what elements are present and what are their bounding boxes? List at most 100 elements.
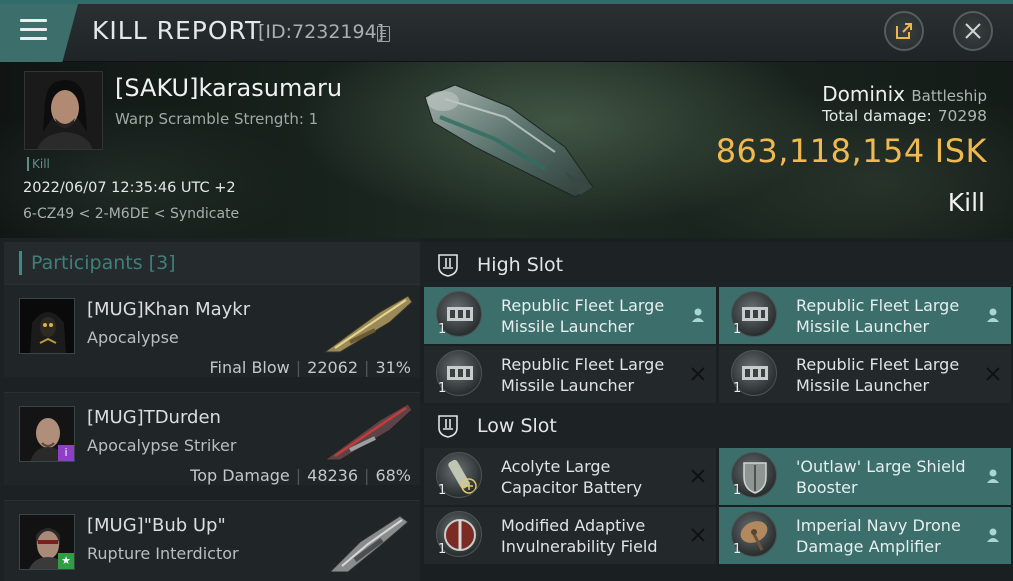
total-damage-label: Total damage:	[822, 107, 932, 125]
participant-row[interactable]: [MUG]Khan Maykr Apocalypse Final Blow | 22…	[4, 284, 420, 377]
separator: |	[295, 466, 302, 485]
participants-title: Participants [3]	[31, 252, 176, 274]
page-title: KILL REPORT	[92, 16, 262, 45]
module-name: Modified Adaptive Invulnerability Field	[501, 516, 658, 556]
module-quantity: 1	[733, 381, 742, 396]
victim-ship-image	[424, 84, 594, 198]
low-slot-title: Low Slot	[477, 415, 557, 437]
participant-name: [MUG]TDurden	[87, 407, 221, 428]
participants-header: Participants [3]	[4, 242, 420, 284]
high-slot-header: High Slot	[420, 242, 1013, 287]
destroyed-icon	[986, 367, 1000, 381]
participant-row[interactable]: i [MUG]TDurden Apocalypse Striker Top Da…	[4, 392, 420, 485]
hamburger-icon	[20, 19, 47, 22]
victim-summary: [SAKU]karasumaru Warp Scramble Strength:…	[0, 62, 1013, 238]
participant-percent: 31%	[375, 358, 411, 377]
module-item[interactable]: 1 Acolyte Large Capacitor Battery	[424, 448, 716, 505]
participant-damage: 22062	[307, 358, 359, 377]
fitting-panel: High Slot 1 Republic Fleet Large Missile…	[420, 238, 1013, 581]
report-id: [ID:7232194]	[258, 21, 385, 43]
report-result: Kill	[947, 188, 985, 217]
kill-tag: Kill	[27, 157, 50, 171]
destroyed-icon	[691, 367, 705, 381]
close-button[interactable]	[953, 11, 993, 51]
victim-ship[interactable]: Dominix Battleship	[822, 82, 987, 106]
victim-ship-name: Dominix	[822, 82, 905, 106]
module-item[interactable]: 1 Republic Fleet Large Missile Launcher	[424, 287, 716, 344]
module-quantity: 1	[733, 483, 742, 498]
star-badge-icon: ★	[58, 553, 74, 569]
total-damage: Total damage: 70298	[822, 107, 987, 125]
low-slot-icon	[438, 415, 458, 438]
low-slot-header: Low Slot	[420, 403, 1013, 448]
module-quantity: 1	[438, 381, 447, 396]
pilot-icon	[987, 528, 999, 542]
module-item[interactable]: 1 'Outlaw' Large Shield Booster	[719, 448, 1011, 505]
participants-panel: Participants [3] [MUG]Khan Maykr Apocaly…	[0, 238, 420, 581]
share-button[interactable]	[884, 11, 924, 51]
separator: |	[364, 466, 370, 485]
participant-stats: Final Blow | 22062 | 31%	[209, 358, 411, 377]
module-item[interactable]: 1 Modified Adaptive Invulnerability Fiel…	[424, 507, 716, 564]
module-name: Imperial Navy Drone Damage Amplifier	[796, 516, 961, 556]
destroyed-icon	[691, 528, 705, 542]
pilot-icon	[987, 469, 999, 483]
module-quantity: 1	[438, 322, 447, 337]
participant-stats: Top Damage | 48236 | 68%	[190, 466, 411, 485]
participants-title-label: Participants	[31, 252, 143, 274]
rupture-interdictor-ship-image	[329, 515, 409, 572]
total-damage-value: 70298	[937, 107, 987, 125]
top-accent-line	[0, 0, 1013, 4]
victim-pilot-name[interactable]: [SAKU]karasumaru	[115, 74, 342, 102]
high-slot-icon	[438, 254, 458, 277]
participant-avatar: ★	[19, 514, 75, 570]
module-name: Republic Fleet Large Missile Launcher	[501, 355, 665, 395]
participant-ship: Apocalypse Striker	[87, 436, 237, 455]
participant-damage: 48236	[307, 466, 359, 485]
share-icon	[896, 23, 912, 39]
hamburger-line	[20, 37, 47, 40]
participant-avatar: i	[19, 406, 75, 462]
module-name: Republic Fleet Large Missile Launcher	[796, 355, 960, 395]
isk-unit: ISK	[934, 132, 987, 170]
apocalypse-ship-image	[323, 295, 413, 353]
kill-timestamp: 2022/06/07 12:35:46 UTC +2	[23, 180, 236, 196]
victim-ship-class: Battleship	[911, 87, 987, 105]
participant-role: Final Blow	[209, 358, 290, 377]
copy-icon[interactable]	[377, 26, 390, 42]
menu-button[interactable]	[0, 4, 78, 62]
module-quantity: 1	[438, 483, 447, 498]
module-item[interactable]: 1 Republic Fleet Large Missile Launcher	[719, 287, 1011, 344]
participant-ship: Rupture Interdictor	[87, 544, 239, 563]
participants-count: [3]	[148, 252, 176, 274]
high-slot-title: High Slot	[477, 254, 564, 276]
isk-value: 863,118,154 ISK	[716, 132, 987, 170]
module-quantity: 1	[733, 322, 742, 337]
participant-percent: 68%	[375, 466, 411, 485]
victim-portrait[interactable]	[24, 71, 103, 150]
participant-row[interactable]: ★ [MUG]"Bub Up" Rupture Interdictor	[4, 500, 420, 581]
participant-name: [MUG]"Bub Up"	[87, 515, 226, 536]
module-item[interactable]: 1 Republic Fleet Large Missile Launcher	[424, 346, 716, 403]
participant-name: [MUG]Khan Maykr	[87, 299, 251, 320]
participant-role: Top Damage	[190, 466, 290, 485]
module-quantity: 1	[438, 542, 447, 557]
top-bar: KILL REPORT [ID:7232194]	[0, 0, 1013, 62]
pilot-icon	[692, 308, 704, 322]
info-badge-icon: i	[58, 445, 74, 461]
close-icon	[965, 23, 981, 39]
module-name: Acolyte Large Capacitor Battery	[501, 457, 643, 497]
destroyed-icon	[691, 469, 705, 483]
hamburger-line	[20, 28, 47, 31]
module-item[interactable]: 1 Republic Fleet Large Missile Launcher	[719, 346, 1011, 403]
kill-location[interactable]: 6-CZ49 < 2-M6DE < Syndicate	[23, 206, 239, 222]
module-name: Republic Fleet Large Missile Launcher	[796, 296, 960, 336]
module-quantity: 1	[733, 542, 742, 557]
separator: |	[364, 358, 370, 377]
isk-amount: 863,118,154	[715, 132, 925, 170]
warp-scramble-strength: Warp Scramble Strength: 1	[115, 110, 319, 128]
hooded-portrait-image	[20, 299, 74, 353]
module-item[interactable]: 1 Imperial Navy Drone Damage Amplifier	[719, 507, 1011, 564]
participant-ship: Apocalypse	[87, 328, 179, 347]
pilot-portrait-image	[25, 72, 102, 149]
